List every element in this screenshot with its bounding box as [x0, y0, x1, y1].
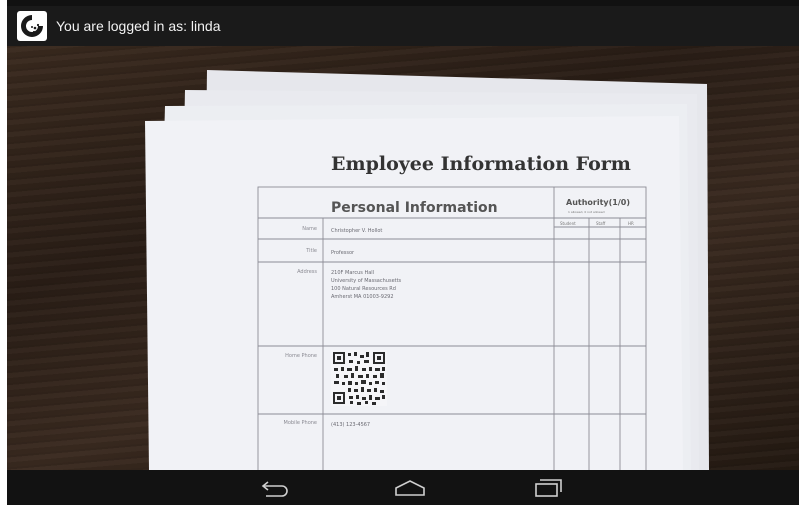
back-icon: [261, 481, 288, 497]
authority-col-student: Student: [560, 221, 576, 226]
top-bar: You are logged in as: linda: [7, 6, 799, 46]
camera-preview[interactable]: Employee Information Form Personal Infor…: [7, 46, 799, 470]
logged-in-label: You are logged in as: linda: [56, 18, 221, 34]
device-screen: You are logged in as: linda Employee Inf…: [7, 0, 799, 505]
field-label-mobile-phone: Mobile Phone: [284, 420, 317, 426]
back-button[interactable]: [255, 476, 295, 500]
authority-subtitle: 1 allowed, 0 not allowed: [568, 210, 605, 214]
field-value-mobile-phone: (413) 123-4567: [331, 422, 370, 428]
address-line-4: Amherst MA 01003-9292: [331, 294, 394, 300]
document-photo: Employee Information Form Personal Infor…: [145, 70, 709, 470]
authority-col-hr: HR: [628, 221, 634, 226]
section-title: Personal Information: [331, 200, 498, 216]
authority-col-staff: Staff: [596, 221, 606, 226]
recent-apps-button[interactable]: [528, 476, 568, 500]
field-label-title: Title: [305, 248, 317, 254]
home-icon: [395, 480, 425, 496]
authority-title: Authority(1/0): [566, 198, 630, 207]
field-label-name: Name: [302, 226, 317, 232]
field-label-home-phone: Home Phone: [285, 353, 317, 359]
field-value-title: Professor: [331, 250, 355, 256]
address-line-3: 100 Natural Resources Rd: [331, 286, 396, 292]
form-title: Employee Information Form: [331, 153, 631, 175]
home-button[interactable]: [390, 476, 430, 500]
app-logo-icon[interactable]: [17, 11, 47, 41]
field-value-name: Christopher V. Hollot: [331, 228, 382, 234]
address-line-1: 210F Marcus Hall: [331, 270, 374, 276]
navigation-bar: [7, 470, 799, 505]
field-label-address: Address: [297, 269, 317, 275]
recent-apps-icon: [535, 479, 562, 497]
qr-code: [331, 350, 387, 406]
address-line-2: University of Massachusetts: [331, 278, 402, 284]
